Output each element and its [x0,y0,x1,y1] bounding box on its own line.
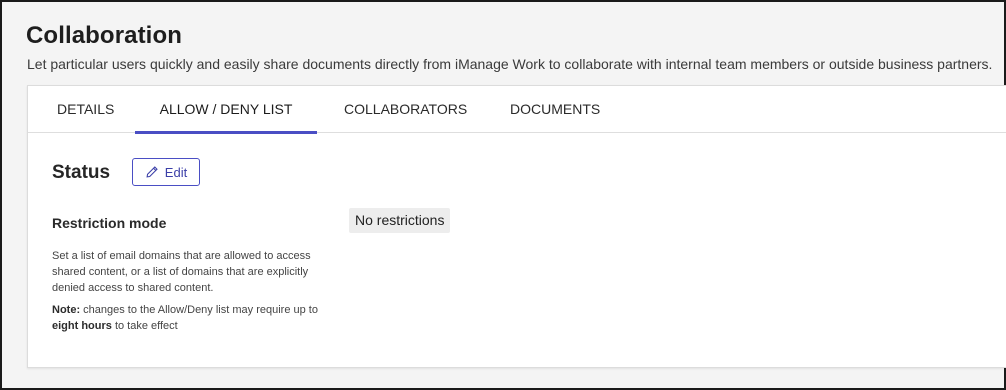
app-frame: Collaboration Let particular users quick… [0,0,1006,390]
settings-card: DETAILS ALLOW / DENY LIST COLLABORATORS … [27,85,1006,368]
restriction-note: Note: changes to the Allow/Deny list may… [52,302,342,334]
active-tab-indicator [135,131,317,134]
restriction-help: Set a list of email domains that are all… [52,248,342,340]
tab-collaborators[interactable]: COLLABORATORS [344,86,467,133]
note-emphasis: eight hours [52,320,112,332]
tab-documents-label: DOCUMENTS [510,101,601,117]
note-text-part-2: to take effect [111,320,178,332]
page-subtitle: Let particular users quickly and easily … [27,56,993,72]
restriction-help-text: Set a list of email domains that are all… [52,250,311,294]
note-label: Note: [52,304,81,316]
tab-bar: DETAILS ALLOW / DENY LIST COLLABORATORS … [28,86,1006,134]
tab-documents[interactable]: DOCUMENTS [510,86,600,133]
tab-allow-deny-list-label: ALLOW / DENY LIST [159,101,293,117]
edit-button[interactable]: Edit [132,158,200,186]
pencil-icon [145,165,159,179]
page-title: Collaboration [26,22,182,49]
tab-collaborators-label: COLLABORATORS [344,101,468,117]
tab-allow-deny-list[interactable]: ALLOW / DENY LIST [135,86,317,134]
tab-details-label: DETAILS [57,101,115,117]
tab-details[interactable]: DETAILS [57,86,114,133]
restriction-mode-label: Restriction mode [52,215,167,231]
note-text-part-1: changes to the Allow/Deny list may requi… [80,304,318,316]
edit-button-label: Edit [164,164,188,180]
restriction-mode-value: No restrictions [349,208,451,233]
status-heading: Status [52,162,111,183]
